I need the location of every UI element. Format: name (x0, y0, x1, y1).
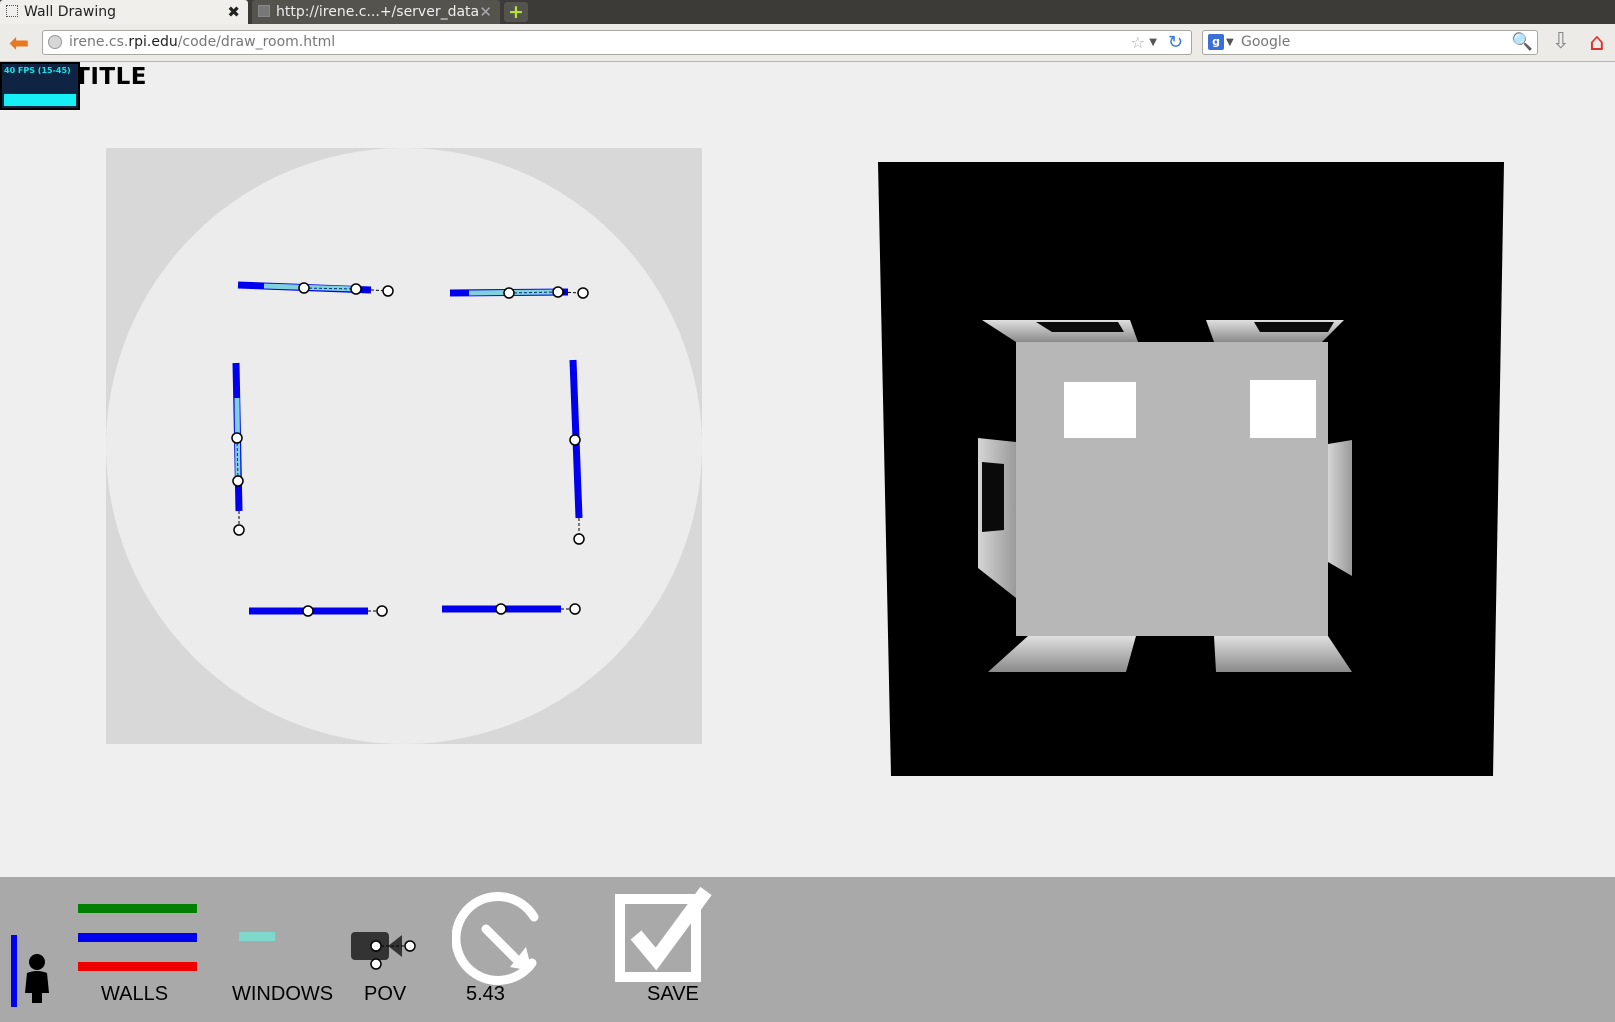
selected-indicator (11, 935, 17, 1007)
search-bar[interactable]: g ▼ Google 🔍 (1202, 30, 1538, 55)
window-swatch[interactable] (239, 932, 275, 941)
search-input[interactable]: Google (1241, 31, 1290, 54)
fps-text: 40 FPS (15-45) (4, 66, 71, 75)
wall-red-swatch[interactable] (78, 962, 197, 971)
rotation-value: 5.43 (466, 983, 505, 1005)
globe-icon (48, 35, 62, 49)
tab-wall-drawing[interactable]: Wall Drawing ✖ (0, 0, 248, 24)
checkmark-icon[interactable] (614, 887, 714, 983)
close-tab-icon[interactable]: ✖ (227, 0, 240, 24)
history-dropdown-icon[interactable]: ▼ (1149, 31, 1157, 54)
navigation-bar: ⬅ irene.cs.rpi.edu/code/draw_room.html ☆… (0, 24, 1615, 62)
render-wall-bottom-right (1214, 636, 1352, 672)
fps-meter[interactable]: 40 FPS (15-45) (0, 62, 80, 110)
wall-bottom-left[interactable] (249, 605, 388, 617)
search-icon[interactable]: 🔍 (1512, 32, 1533, 52)
bookmark-star-icon[interactable]: ☆ (1131, 31, 1145, 54)
tab-label: Wall Drawing (24, 4, 116, 20)
reload-icon[interactable]: ↻ (1168, 31, 1183, 54)
render-window-light-left (1064, 382, 1136, 438)
tab-label: http://irene.c...+/server_data (276, 4, 480, 20)
page-icon (6, 5, 18, 17)
person-icon[interactable] (22, 953, 52, 1003)
page-icon (258, 5, 270, 17)
bottom-toolbar: WALLS WINDOWS POV 5.43 SAVE (0, 877, 1615, 1022)
wall-blue-swatch[interactable] (78, 933, 197, 942)
rotate-arrow-icon[interactable] (452, 889, 548, 985)
back-arrow-icon[interactable]: ⬅ (6, 30, 32, 56)
engine-dropdown-icon[interactable]: ▼ (1226, 31, 1234, 54)
pov-label: POV (364, 983, 407, 1005)
tab-server-data[interactable]: http://irene.c...+/server_data ✕ (252, 0, 500, 24)
google-icon[interactable]: g (1208, 34, 1224, 50)
browser-tab-bar: Wall Drawing ✖ http://irene.c...+/server… (0, 0, 1615, 24)
3d-render-view[interactable] (876, 160, 1508, 784)
drawing-area-circle (106, 148, 702, 744)
drawing-canvas[interactable] (106, 148, 702, 744)
camera-icon[interactable] (350, 929, 420, 971)
wall-bottom-right[interactable] (442, 603, 581, 615)
render-wall-right (1328, 440, 1352, 576)
download-arrow-icon[interactable]: ⇩ (1550, 29, 1572, 55)
close-tab-icon[interactable]: ✕ (479, 0, 492, 24)
home-icon[interactable]: ⌂ (1584, 28, 1610, 56)
walls-label: WALLS (101, 983, 169, 1005)
windows-label: WINDOWS (232, 983, 334, 1005)
url-text[interactable]: irene.cs.rpi.edu/code/draw_room.html (69, 31, 335, 54)
render-window-light-right (1250, 380, 1316, 438)
save-label: SAVE (647, 983, 699, 1005)
new-tab-button[interactable]: + (504, 2, 528, 22)
wall-green-swatch[interactable] (78, 904, 197, 913)
address-bar[interactable]: irene.cs.rpi.edu/code/draw_room.html ☆ ▼… (42, 30, 1192, 55)
fps-graph (4, 94, 76, 106)
